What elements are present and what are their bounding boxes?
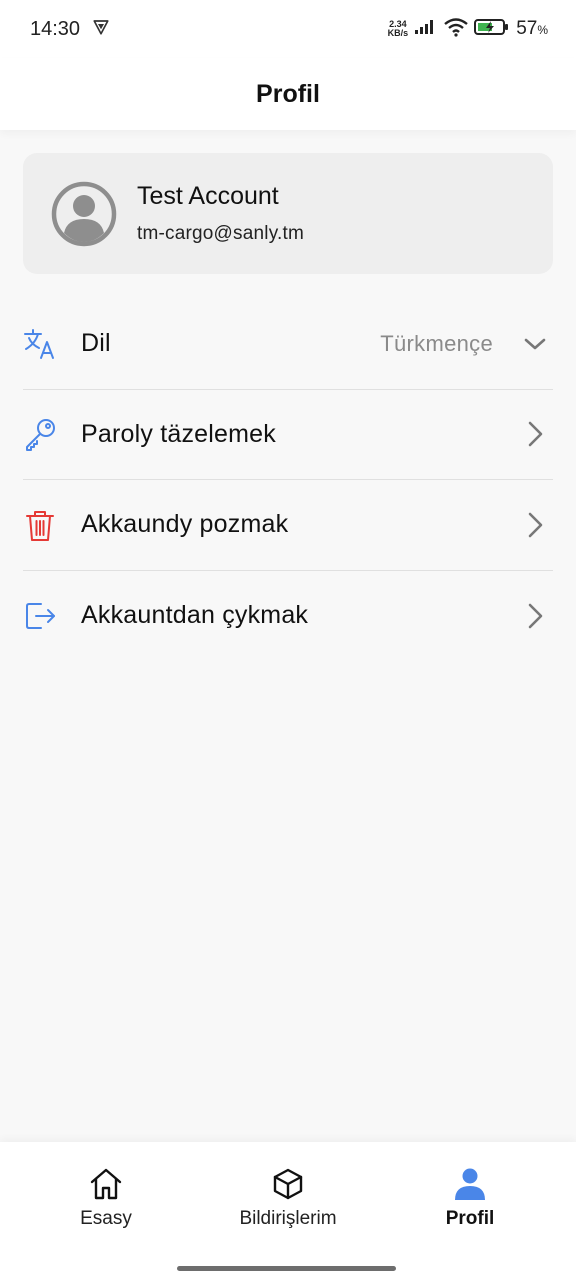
home-indicator[interactable]: [177, 1266, 396, 1271]
menu-item-delete-account[interactable]: Akkaundy pozmak: [23, 480, 553, 571]
trash-icon: [23, 508, 57, 542]
avatar: [51, 181, 117, 247]
menu-label-delete-account: Akkaundy pozmak: [81, 510, 289, 539]
network-rate: 2.34 KB/s: [387, 19, 409, 38]
bottom-navigation: Esasy Bildirişlerim Profil: [0, 1142, 576, 1280]
person-icon: [452, 1166, 488, 1202]
app-header: Profil: [0, 58, 576, 130]
chevron-down-icon: [521, 330, 549, 358]
profile-screen: 14:30 2.34 KB/s 57% Profil Test Account …: [0, 0, 576, 1280]
battery-level: 57%: [516, 18, 548, 39]
chevron-right-icon: [521, 511, 549, 539]
page-title: Profil: [256, 79, 320, 108]
menu-item-change-password[interactable]: Paroly täzelemek: [23, 390, 553, 480]
menu-item-language[interactable]: Dil Türkmençe: [23, 299, 553, 390]
nav-item-profile[interactable]: Profil: [380, 1166, 560, 1230]
account-email: tm-cargo@sanly.tm: [137, 223, 304, 244]
wifi-icon: [444, 17, 468, 42]
menu-label-logout: Akkauntdan çykmak: [81, 601, 309, 630]
chevron-right-icon: [521, 420, 549, 448]
nav-label-notifications: Bildirişlerim: [239, 1208, 337, 1229]
nav-item-home[interactable]: Esasy: [16, 1166, 196, 1230]
menu-label-change-password: Paroly täzelemek: [81, 419, 276, 448]
vpn-shield-icon: [92, 18, 110, 41]
logout-icon: [23, 599, 57, 633]
language-value: Türkmençe: [380, 330, 493, 356]
nav-label-profile: Profil: [445, 1208, 495, 1229]
status-bar: 14:30 2.34 KB/s 57%: [0, 0, 576, 58]
chevron-right-icon: [521, 602, 549, 630]
translate-icon: [23, 327, 57, 361]
signal-icon: [414, 19, 438, 40]
account-card[interactable]: Test Account tm-cargo@sanly.tm: [23, 153, 553, 274]
status-time: 14:30: [30, 17, 81, 40]
settings-menu: Dil Türkmençe Paroly täzelemek Akkaundy …: [23, 299, 553, 661]
menu-label-language: Dil: [81, 329, 111, 358]
key-icon: [23, 417, 57, 452]
account-name: Test Account: [137, 182, 279, 210]
battery-icon: [474, 18, 510, 41]
menu-item-logout[interactable]: Akkauntdan çykmak: [23, 571, 553, 662]
nav-label-home: Esasy: [80, 1208, 132, 1229]
home-icon: [88, 1166, 124, 1202]
avatar-person-icon: [51, 181, 117, 246]
nav-item-notifications[interactable]: Bildirişlerim: [198, 1166, 378, 1230]
box-icon: [270, 1166, 306, 1202]
